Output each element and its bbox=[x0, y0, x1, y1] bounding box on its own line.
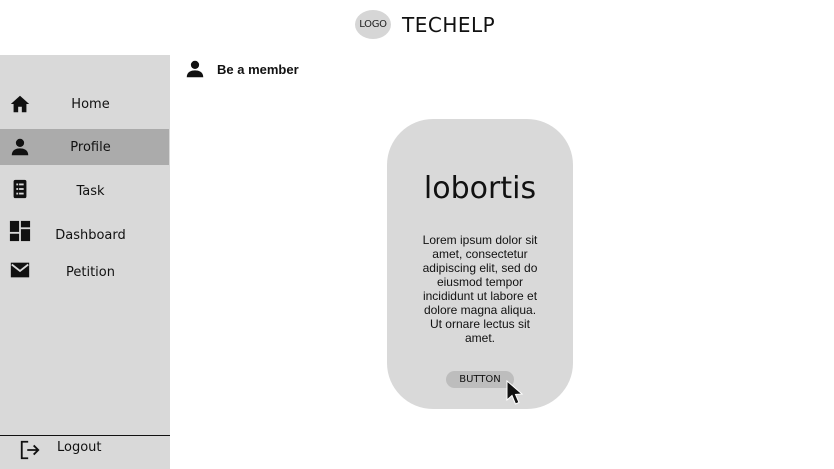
card-body-text: Lorem ipsum dolor sit amet, consectetur … bbox=[422, 233, 538, 345]
be-a-member-link[interactable]: Be a member bbox=[217, 62, 299, 77]
logout-icon[interactable] bbox=[19, 439, 41, 461]
sidebar-divider bbox=[0, 435, 170, 436]
card-action-button[interactable]: BUTTON bbox=[446, 371, 514, 388]
sidebar-item-petition[interactable]: Petition bbox=[0, 255, 169, 291]
sidebar-item-label: Home bbox=[71, 97, 110, 112]
sidebar: Home Profile Task Dashboard Petition Log… bbox=[0, 55, 170, 469]
sidebar-item-label: Profile bbox=[70, 140, 111, 155]
card-title: lobortis bbox=[423, 171, 537, 206]
sidebar-item-label: Dashboard bbox=[55, 228, 126, 243]
app-header: LOGO TECHELP bbox=[0, 0, 834, 55]
content-card: lobortis Lorem ipsum dolor sit amet, con… bbox=[387, 119, 573, 409]
sidebar-item-task[interactable]: Task bbox=[0, 173, 169, 209]
sidebar-item-dashboard[interactable]: Dashboard bbox=[0, 217, 169, 253]
logo[interactable]: LOGO bbox=[355, 10, 391, 39]
sidebar-item-label: Petition bbox=[66, 265, 115, 280]
brand-name[interactable]: TECHELP bbox=[402, 13, 495, 37]
sidebar-item-label: Task bbox=[76, 184, 105, 199]
mouse-cursor-icon bbox=[506, 379, 524, 406]
sidebar-item-profile[interactable]: Profile bbox=[0, 129, 169, 165]
sidebar-item-home[interactable]: Home bbox=[0, 87, 169, 123]
logout-button[interactable]: Logout bbox=[57, 440, 102, 455]
person-icon bbox=[184, 58, 206, 80]
